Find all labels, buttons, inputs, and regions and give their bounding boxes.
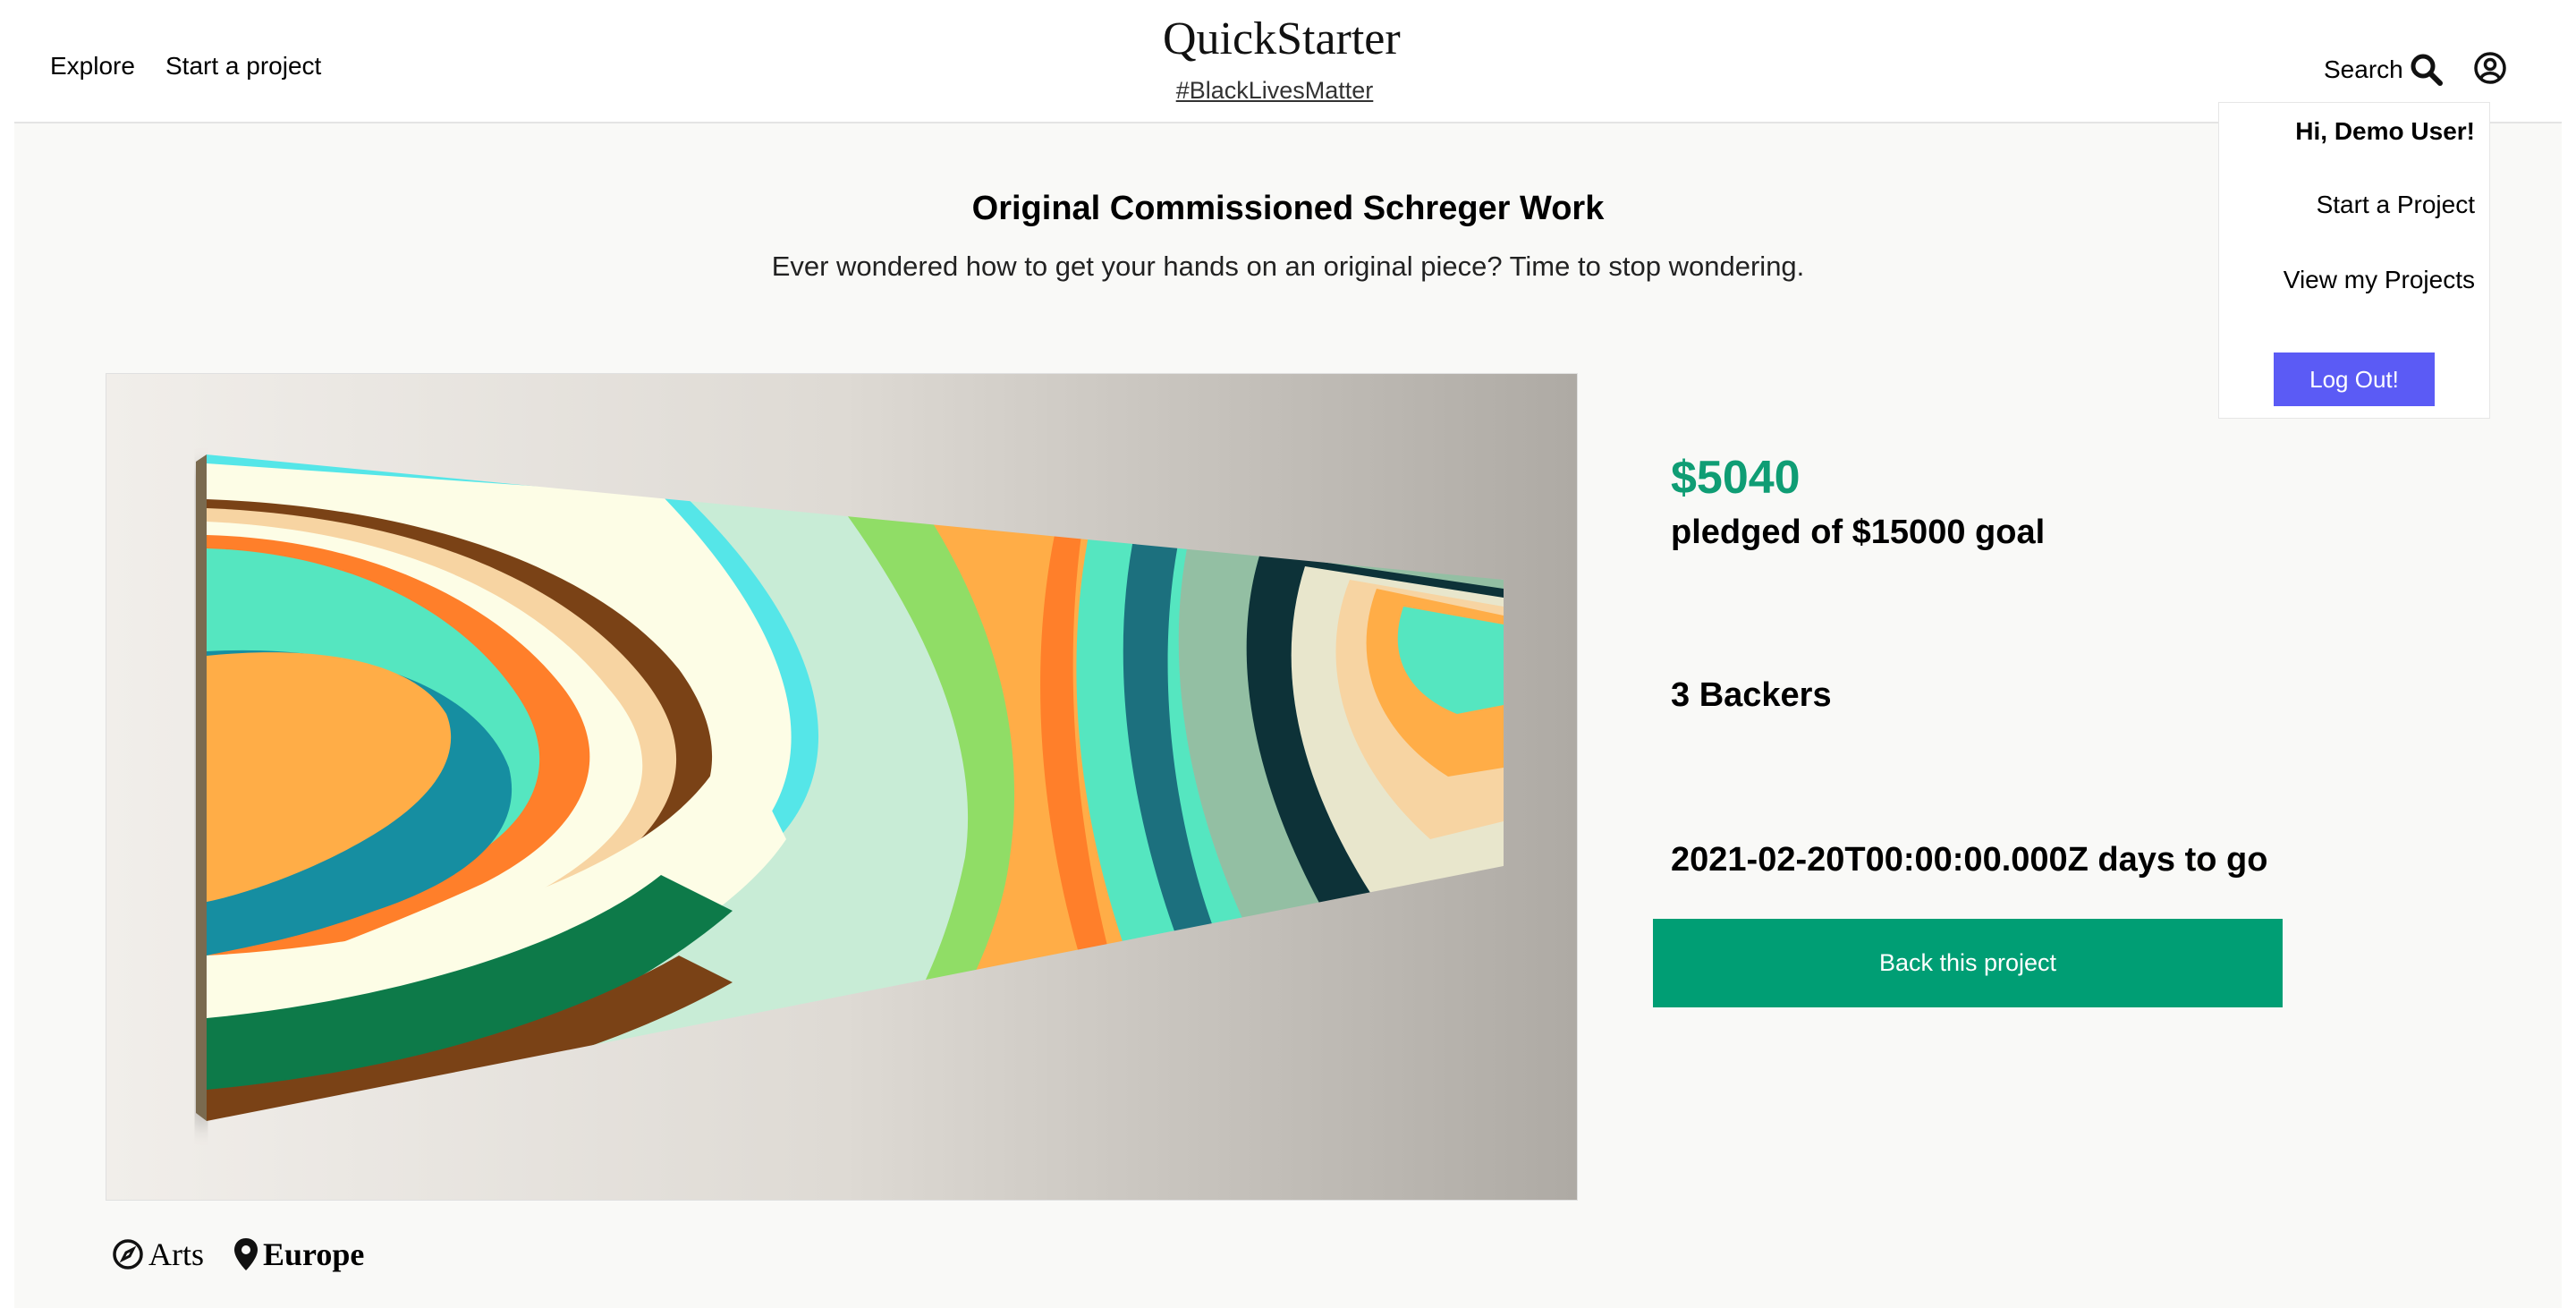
pledged-amount: $5040: [1671, 452, 1801, 504]
category-label: Arts: [148, 1236, 204, 1272]
project-blurb: Ever wondered how to get your hands on a…: [771, 251, 1805, 282]
menu-start-project[interactable]: Start a Project: [2317, 191, 2475, 219]
search-icon: [2409, 52, 2445, 88]
backers-count: 3 Backers: [1671, 676, 1832, 714]
goal-text: pledged of $15000 goal: [1671, 514, 2046, 551]
user-greeting: Hi, Demo User!: [2295, 117, 2475, 145]
compass-icon: [113, 1239, 143, 1270]
days-to-go: 2021-02-20T00:00:00.000Z days to go: [1671, 841, 2268, 879]
map-pin-icon: [234, 1238, 258, 1270]
category-tag[interactable]: Arts: [111, 1235, 204, 1274]
search-label: Search: [2324, 55, 2403, 83]
location-tag[interactable]: Europe: [233, 1235, 364, 1274]
location-label: Europe: [263, 1236, 365, 1272]
brand-logo[interactable]: QuickStarter: [1163, 13, 1401, 65]
back-project-button[interactable]: Back this project: [1653, 919, 2283, 1007]
search-button[interactable]: Search: [2324, 50, 2445, 89]
nav-start-project-link[interactable]: Start a project: [165, 52, 321, 81]
tagline-link[interactable]: #BlackLivesMatter: [1163, 77, 1386, 105]
user-circle-icon[interactable]: [2472, 50, 2508, 86]
user-dropdown-menu: Hi, Demo User! Start a Project View my P…: [2218, 102, 2490, 419]
project-image: [106, 373, 1578, 1201]
site-header: Explore Start a project QuickStarter #Bl…: [0, 0, 2576, 123]
menu-view-projects[interactable]: View my Projects: [2284, 266, 2475, 294]
project-title: Original Commissioned Schreger Work: [971, 190, 1605, 227]
logout-button[interactable]: Log Out!: [2274, 352, 2435, 406]
nav-explore-link[interactable]: Explore: [50, 52, 135, 81]
